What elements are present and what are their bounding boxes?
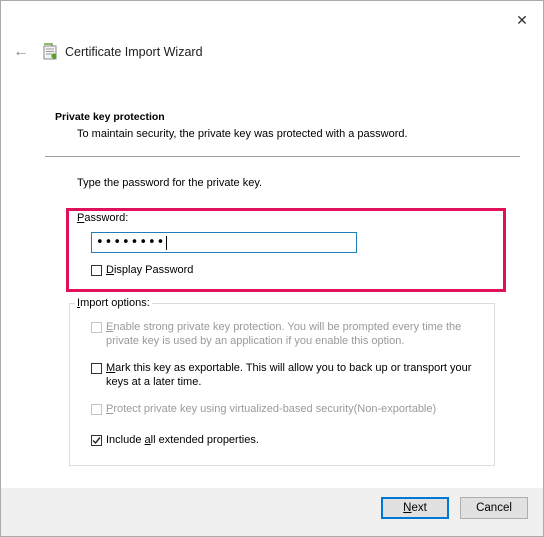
next-button[interactable]: Next [381,497,449,519]
virtualized-security-option: Protect private key using virtualized-ba… [91,403,481,417]
back-arrow-icon[interactable]: ← [13,43,29,61]
certificate-import-wizard-window: ✕ ← Certificate Import Wizard Private ke… [0,0,544,537]
password-input[interactable]: •••••••• [91,232,357,253]
extended-properties-option[interactable]: Include all extended properties. [91,434,259,448]
back-button[interactable]: ← [10,41,32,63]
password-label: Password: [77,212,129,224]
virtualized-security-label: Protect private key using virtualized-ba… [106,403,437,415]
certificate-icon [42,43,60,61]
extended-properties-label[interactable]: Include all extended properties. [106,434,259,448]
checkmark-icon [92,437,101,445]
exportable-checkbox[interactable] [91,363,102,374]
close-button[interactable]: ✕ [507,7,537,33]
exportable-option[interactable]: Mark this key as exportable. This will a… [91,362,481,389]
import-options-legend: Import options: [75,297,152,309]
window-title: Certificate Import Wizard [65,45,203,59]
header-separator [45,156,520,157]
display-password-option[interactable]: Display Password [91,264,193,278]
page-heading: Private key protection [55,111,165,123]
strong-protection-label: Enable strong private key protection. Yo… [106,321,462,347]
text-caret [166,235,168,250]
exportable-label[interactable]: Mark this key as exportable. This will a… [106,362,481,389]
strong-protection-option: Enable strong private key protection. Yo… [91,321,476,348]
cancel-button[interactable]: Cancel [460,497,528,519]
strong-protection-checkbox [91,322,102,333]
virtualized-security-checkbox [91,404,102,415]
display-password-checkbox[interactable] [91,265,102,276]
password-value: •••••••• [96,235,166,250]
page-subheading: To maintain security, the private key wa… [77,128,408,140]
close-icon[interactable]: ✕ [516,12,528,29]
password-instruction: Type the password for the private key. [77,177,263,189]
extended-properties-checkbox[interactable] [91,435,102,446]
display-password-label[interactable]: Display Password [106,264,193,278]
